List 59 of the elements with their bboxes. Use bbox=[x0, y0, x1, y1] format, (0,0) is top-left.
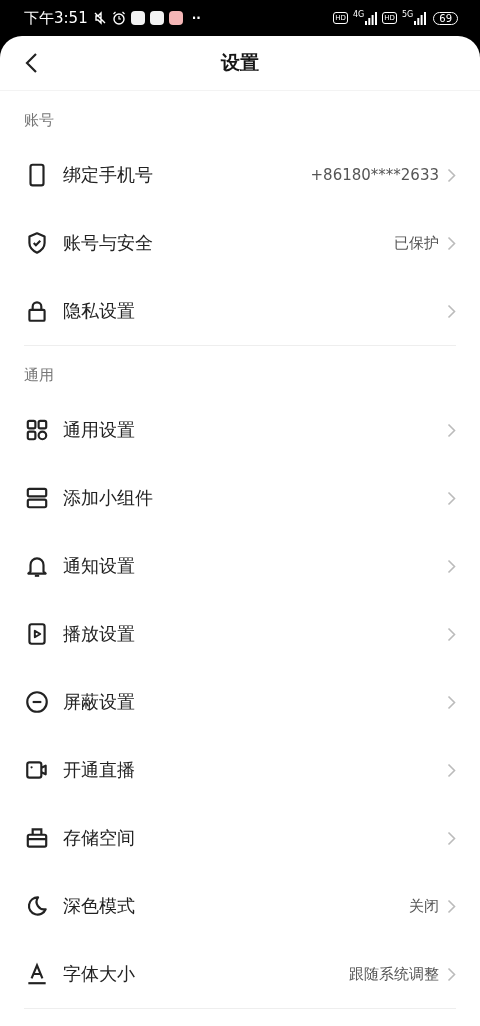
widget-icon bbox=[24, 485, 50, 511]
item-label: 绑定手机号 bbox=[63, 163, 154, 187]
item-value: 跟随系统调整 bbox=[349, 964, 439, 984]
alarm-icon bbox=[111, 11, 126, 25]
settings-item[interactable]: 屏蔽设置 bbox=[24, 668, 456, 736]
signal-icon bbox=[414, 11, 427, 25]
settings-item[interactable]: 字体大小 跟随系统调整 bbox=[24, 940, 456, 1008]
chevron-icon bbox=[447, 830, 456, 846]
item-value: 关闭 bbox=[409, 896, 439, 916]
item-label: 通用设置 bbox=[63, 418, 136, 442]
item-label: 添加小组件 bbox=[63, 486, 154, 510]
network-label: 4G bbox=[353, 10, 365, 19]
item-label: 播放设置 bbox=[63, 622, 136, 646]
item-label: 隐私设置 bbox=[63, 299, 136, 323]
item-value: +86180****2633 bbox=[310, 166, 439, 184]
chevron-icon bbox=[447, 694, 456, 710]
chevron-icon bbox=[447, 966, 456, 982]
settings-item[interactable]: 绑定手机号 +86180****2633 bbox=[24, 141, 456, 209]
item-label: 通知设置 bbox=[63, 554, 136, 578]
item-label: 字体大小 bbox=[63, 962, 136, 986]
section-title: 通用 bbox=[24, 365, 55, 386]
item-label: 深色模式 bbox=[63, 894, 136, 918]
settings-item[interactable]: 存储空间 bbox=[24, 804, 456, 872]
app-notification-icon bbox=[130, 11, 145, 25]
item-label: 开通直播 bbox=[63, 758, 136, 782]
more-notifications: ·· bbox=[191, 11, 201, 25]
back-button[interactable] bbox=[24, 52, 40, 74]
block-icon bbox=[24, 689, 50, 715]
chevron-icon bbox=[447, 898, 456, 914]
item-value: 已保护 bbox=[394, 233, 439, 253]
settings-item[interactable]: 隐私设置 bbox=[24, 277, 456, 345]
chevron-icon bbox=[447, 167, 456, 183]
settings-item[interactable]: 开通直播 bbox=[24, 736, 456, 804]
item-label: 存储空间 bbox=[63, 826, 136, 850]
settings-item[interactable]: 播放设置 bbox=[24, 600, 456, 668]
item-label: 屏蔽设置 bbox=[63, 690, 136, 714]
signal-icon bbox=[365, 11, 378, 25]
chevron-icon bbox=[447, 490, 456, 506]
mute-icon bbox=[92, 11, 107, 25]
status-time: 下午3:51 bbox=[24, 8, 88, 28]
chevron-icon bbox=[447, 558, 456, 574]
grid-icon bbox=[24, 417, 50, 443]
settings-item[interactable]: 通用设置 bbox=[24, 396, 456, 464]
chevron-icon bbox=[447, 422, 456, 438]
settings-item[interactable]: 深色模式 关闭 bbox=[24, 872, 456, 940]
item-label: 账号与安全 bbox=[63, 231, 154, 255]
app-notification-icon bbox=[168, 11, 183, 25]
chevron-icon bbox=[447, 235, 456, 251]
settings-item[interactable]: 通知设置 bbox=[24, 532, 456, 600]
section-title: 账号 bbox=[24, 110, 55, 131]
settings-item[interactable]: 账号与安全 已保护 bbox=[24, 209, 456, 277]
network-label: 5G bbox=[401, 10, 414, 19]
chevron-icon bbox=[447, 626, 456, 642]
page-title: 设置 bbox=[221, 50, 259, 75]
chevron-icon bbox=[447, 303, 456, 319]
storage-icon bbox=[24, 825, 50, 851]
app-notification-icon bbox=[149, 11, 164, 25]
chevron-icon bbox=[447, 762, 456, 778]
settings-item[interactable]: 添加小组件 bbox=[24, 464, 456, 532]
